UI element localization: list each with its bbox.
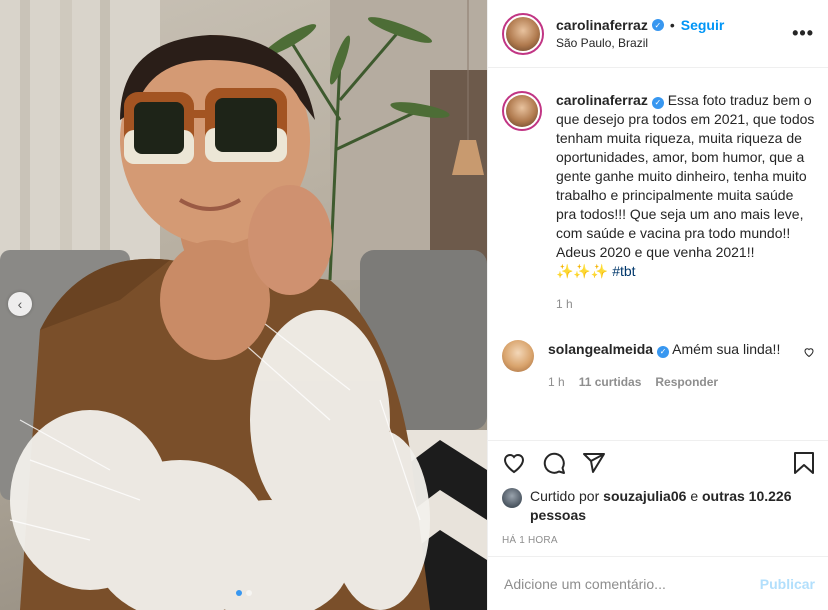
- bookmark-icon[interactable]: [793, 451, 815, 475]
- post-timestamp[interactable]: HÁ 1 HORA: [502, 535, 815, 546]
- separator: •: [669, 17, 675, 33]
- comment-like-heart-icon[interactable]: [803, 346, 815, 358]
- post-comment-button[interactable]: Publicar: [760, 576, 815, 592]
- caption-age[interactable]: 1 h: [556, 295, 573, 314]
- comment-icon[interactable]: [542, 451, 566, 475]
- caption-text: Essa foto traduz bem o que desejo pra to…: [556, 92, 815, 260]
- reply-button[interactable]: Responder: [655, 373, 718, 392]
- post-photo[interactable]: ‹: [0, 0, 487, 610]
- instagram-post-window: ‹ carolinaferraz ✓ • Seguir São Paulo, B…: [0, 0, 828, 610]
- header-username[interactable]: carolinaferraz: [556, 17, 648, 33]
- more-icon[interactable]: •••: [792, 23, 814, 44]
- liked-user[interactable]: souzajulia06: [603, 488, 686, 504]
- post-location[interactable]: São Paulo, Brazil: [556, 36, 792, 50]
- avatar[interactable]: [502, 12, 544, 55]
- post-sidebar: carolinaferraz ✓ • Seguir São Paulo, Bra…: [487, 0, 828, 610]
- liked-prefix: Curtido por: [530, 488, 600, 504]
- liked-and: e: [690, 488, 699, 504]
- caption: carolinaferraz ✓ Essa foto traduz bem o q…: [502, 91, 815, 314]
- comment-item: solangealmeida ✓ Amém sua linda!! 1 h 11 …: [502, 340, 815, 392]
- comment-text: Amém sua linda!!: [672, 341, 781, 357]
- comment-username[interactable]: solangealmeida: [548, 341, 653, 357]
- verified-icon: ✓: [651, 96, 664, 109]
- follow-button[interactable]: Seguir: [681, 17, 725, 33]
- add-comment-bar: Publicar: [488, 556, 828, 610]
- avatar[interactable]: [502, 340, 534, 372]
- carousel-dot: [245, 590, 252, 596]
- verified-icon: ✓: [651, 19, 664, 31]
- avatar[interactable]: [502, 91, 542, 131]
- post-header: carolinaferraz ✓ • Seguir São Paulo, Bra…: [488, 0, 828, 68]
- carousel-dots: [0, 590, 487, 596]
- comment-likes[interactable]: 11 curtidas: [579, 373, 642, 392]
- share-icon[interactable]: [582, 451, 606, 475]
- carousel-dot: [235, 590, 242, 596]
- post-actions: Curtido por souzajulia06 e outras 10.226…: [488, 440, 828, 546]
- caption-emoji: ✨✨✨: [556, 263, 609, 279]
- comment-age[interactable]: 1 h: [548, 373, 565, 392]
- comments-area: carolinaferraz ✓ Essa foto traduz bem o q…: [488, 69, 828, 439]
- comment-input[interactable]: [504, 575, 760, 592]
- carousel-prev-button[interactable]: ‹: [8, 292, 32, 316]
- avatar[interactable]: [502, 488, 522, 508]
- caption-username[interactable]: carolinaferraz: [556, 92, 648, 108]
- verified-icon: ✓: [657, 345, 670, 358]
- hashtag-link[interactable]: #tbt: [612, 263, 635, 279]
- photo-illustration: [0, 0, 487, 610]
- liked-by: Curtido por souzajulia06 e outras 10.226…: [502, 487, 815, 525]
- heart-icon[interactable]: [502, 451, 526, 475]
